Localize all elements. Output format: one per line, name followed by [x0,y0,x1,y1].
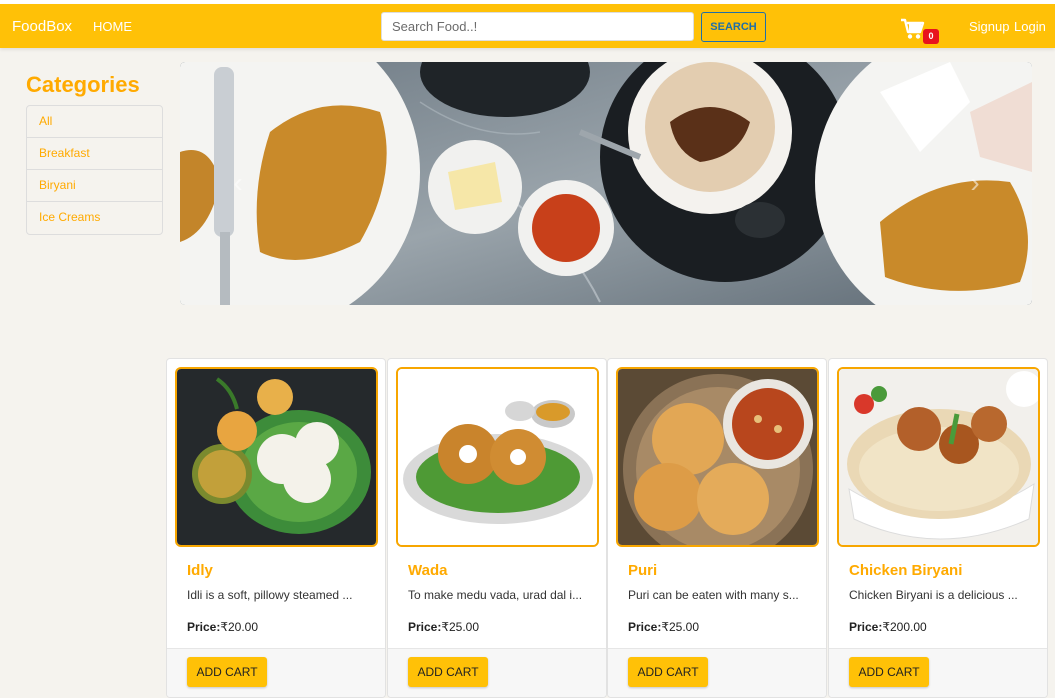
product-price: Price:₹25.00 [628,620,699,634]
carousel-image [180,62,1032,305]
add-cart-button[interactable]: ADD CART [187,657,267,687]
product-image[interactable] [616,367,819,547]
hero-carousel: ‹ › [180,62,1032,305]
product-card: Puri Puri can be eaten with many s... Pr… [607,358,827,698]
product-card: Idly Idli is a soft, pillowy steamed ...… [166,358,386,698]
add-cart-button[interactable]: ADD CART [628,657,708,687]
cart-count-badge: 0 [923,29,939,44]
carousel-prev-button[interactable]: ‹ [228,167,248,198]
product-card: Chicken Biryani Chicken Biryani is a del… [828,358,1048,698]
price-value: ₹25.00 [441,620,480,634]
product-image[interactable] [837,367,1040,547]
product-price: Price:₹200.00 [849,620,927,634]
login-link[interactable]: Login [1014,19,1046,34]
price-label: Price: [628,620,662,634]
card-footer: ADD CART [167,648,385,697]
price-label: Price: [408,620,442,634]
product-name[interactable]: Puri [628,562,657,579]
categories-list: All Breakfast Biryani Ice Creams [26,105,163,235]
product-name[interactable]: Wada [408,562,447,579]
navbar: FoodBox HOME SEARCH 0 Signup Login [0,4,1055,48]
card-footer: ADD CART [388,648,606,697]
search-input[interactable] [381,12,694,41]
categories-title: Categories [26,72,140,97]
category-biryani[interactable]: Biryani [27,170,162,202]
price-label: Price: [187,620,221,634]
carousel-next-button[interactable]: › [965,167,985,198]
product-image[interactable] [396,367,599,547]
product-name[interactable]: Idly [187,562,213,579]
product-price: Price:₹25.00 [408,620,479,634]
add-cart-button[interactable]: ADD CART [849,657,929,687]
brand-logo[interactable]: FoodBox [12,18,72,35]
category-breakfast[interactable]: Breakfast [27,138,162,170]
add-cart-button[interactable]: ADD CART [408,657,488,687]
category-ice-creams[interactable]: Ice Creams [27,202,162,234]
signup-link[interactable]: Signup [969,19,1009,34]
product-description: Puri can be eaten with many s... [628,588,799,602]
product-description: Idli is a soft, pillowy steamed ... [187,588,353,602]
category-all[interactable]: All [27,106,162,138]
product-card: Wada To make medu vada, urad dal i... Pr… [387,358,607,698]
price-value: ₹25.00 [661,620,700,634]
price-value: ₹200.00 [882,620,927,634]
price-value: ₹20.00 [220,620,259,634]
card-footer: ADD CART [829,648,1047,697]
card-footer: ADD CART [608,648,826,697]
cart-button[interactable]: 0 [900,17,946,47]
chevron-right-icon: › [970,167,980,198]
product-description: To make medu vada, urad dal i... [408,588,583,602]
product-description: Chicken Biryani is a delicious ... [849,588,1018,602]
product-price: Price:₹20.00 [187,620,258,634]
search-button[interactable]: SEARCH [701,12,766,42]
product-image[interactable] [175,367,378,547]
price-label: Price: [849,620,883,634]
chevron-left-icon: ‹ [233,167,243,198]
nav-home-link[interactable]: HOME [93,19,132,34]
product-name[interactable]: Chicken Biryani [849,562,962,579]
